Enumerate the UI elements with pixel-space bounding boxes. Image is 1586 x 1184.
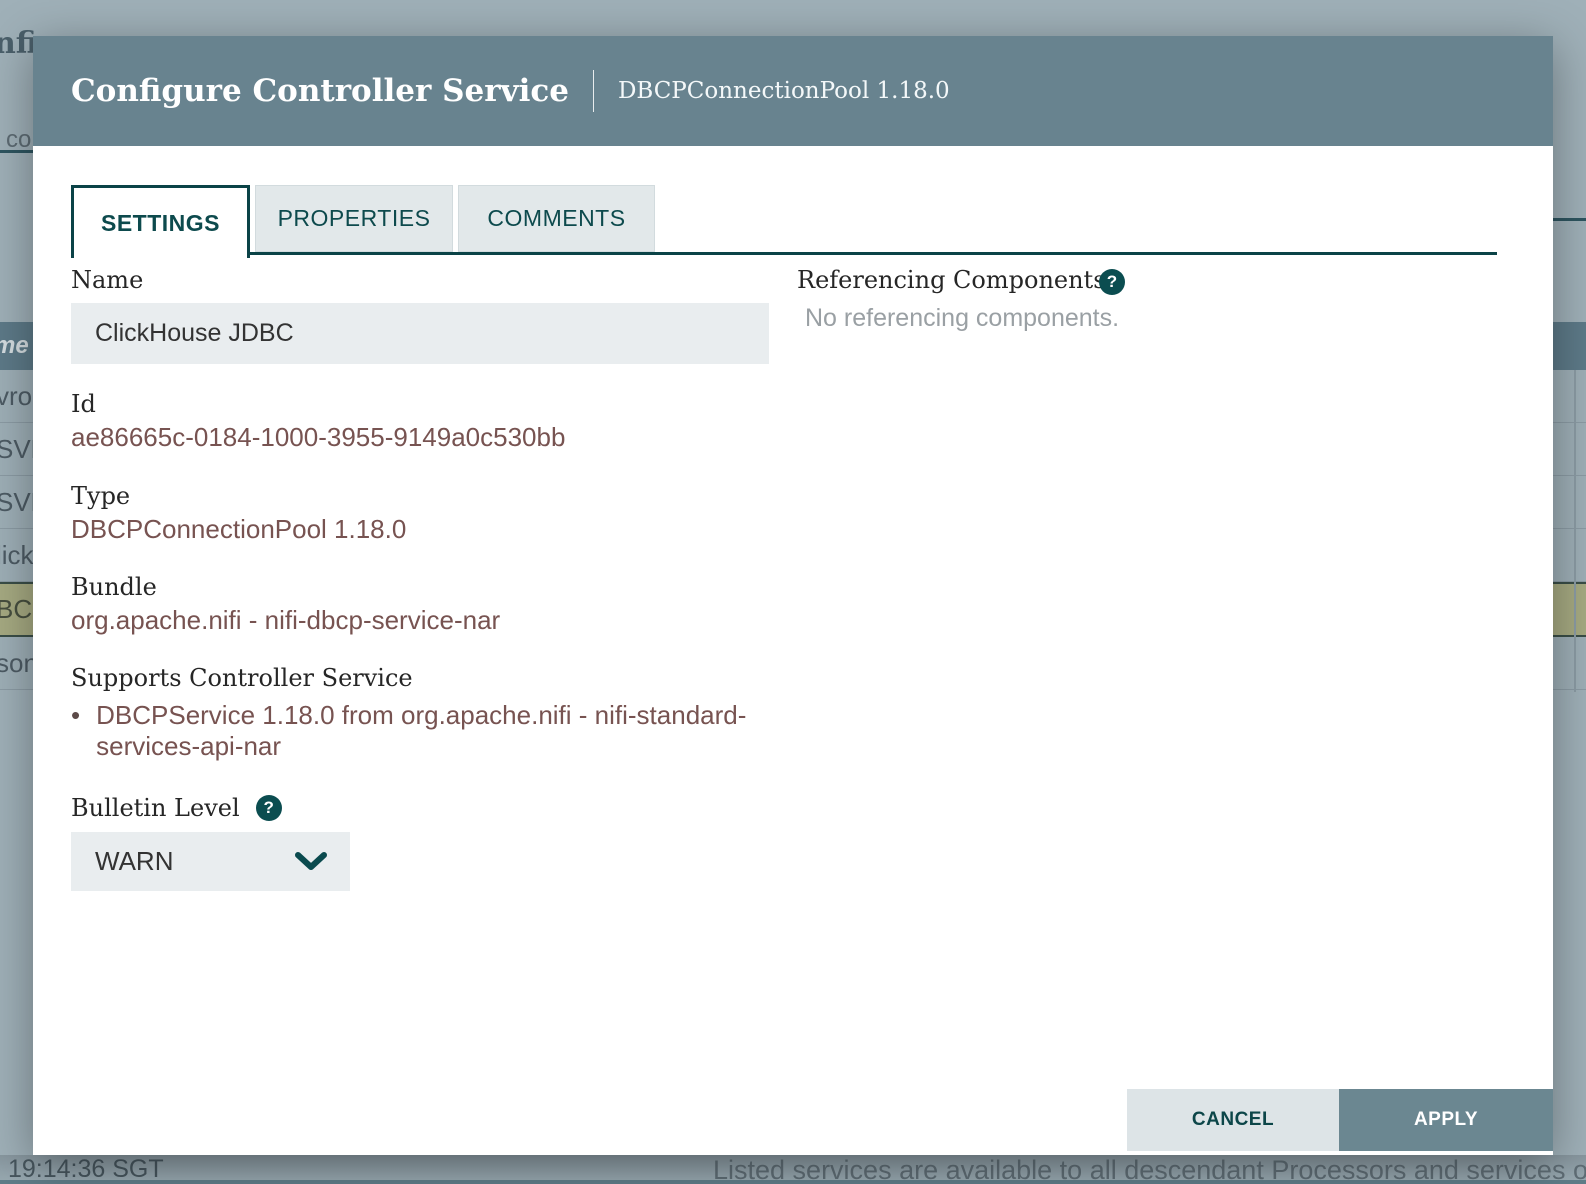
bulletin-level-label: Bulletin Level	[71, 794, 240, 822]
tab-strip: SETTINGS PROPERTIES COMMENTS	[71, 185, 1497, 255]
bulletin-level-value: WARN	[95, 846, 294, 877]
table-row-label: vro	[0, 381, 32, 412]
cancel-button[interactable]: CANCEL	[1127, 1089, 1339, 1151]
apply-button[interactable]: APPLY	[1339, 1089, 1553, 1151]
bulletin-level-dropdown[interactable]: WARN	[71, 832, 350, 891]
dialog-header: Configure Controller Service DBCPConnect…	[33, 36, 1553, 146]
bullet-icon: •	[71, 700, 80, 762]
id-label: Id	[71, 390, 96, 418]
dialog-subtitle: DBCPConnectionPool 1.18.0	[618, 78, 950, 104]
bundle-label: Bundle	[71, 573, 157, 601]
dialog-title: Configure Controller Service	[71, 73, 569, 109]
background-bottom-bar	[0, 1180, 1586, 1184]
configure-controller-service-dialog: Configure Controller Service DBCPConnect…	[33, 36, 1553, 1155]
tab-comments[interactable]: COMMENTS	[458, 185, 655, 252]
table-row-label: lick	[0, 540, 34, 571]
background-column-divider	[1574, 370, 1576, 692]
supports-controller-service-item: • DBCPService 1.18.0 from org.apache.nif…	[71, 700, 761, 762]
bundle-value: org.apache.nifi - nifi-dbcp-service-nar	[71, 605, 500, 636]
type-label: Type	[71, 482, 130, 510]
type-value: DBCPConnectionPool 1.18.0	[71, 514, 406, 545]
supports-item-text: DBCPService 1.18.0 from org.apache.nifi …	[96, 700, 761, 762]
name-input[interactable]	[71, 303, 769, 364]
tab-settings[interactable]: SETTINGS	[71, 185, 250, 258]
background-table-header-label: me	[0, 332, 29, 360]
screen: nfig co me vro SVR SVR lick BCP son 19:1…	[0, 0, 1586, 1184]
background-divider-right	[1553, 218, 1586, 221]
referencing-components-empty-text: No referencing components.	[805, 304, 1119, 333]
tab-properties[interactable]: PROPERTIES	[255, 185, 453, 252]
supports-controller-service-label: Supports Controller Service	[71, 664, 413, 692]
help-icon[interactable]: ?	[1099, 269, 1125, 295]
chevron-down-icon	[294, 852, 328, 872]
id-value: ae86665c-0184-1000-3955-9149a0c530bb	[71, 422, 565, 453]
referencing-components-label: Referencing Components	[797, 266, 1106, 294]
bulletin-level-row: Bulletin Level ?	[71, 794, 282, 822]
background-divider-left	[0, 150, 33, 153]
name-label: Name	[71, 266, 143, 294]
title-separator	[593, 70, 594, 112]
help-icon[interactable]: ?	[256, 795, 282, 821]
